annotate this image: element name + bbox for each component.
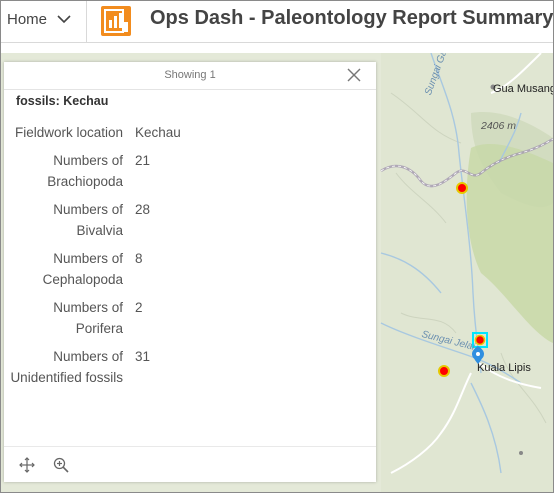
popup-title: fossils: Kechau	[16, 94, 109, 108]
field-name: Numbers of Brachiopoda	[47, 153, 123, 189]
fossil-point-selected[interactable]	[474, 334, 486, 346]
popup-footer	[4, 446, 376, 482]
field-name: Numbers of Cephalopoda	[42, 251, 123, 287]
app-title: Ops Dash - Paleontology Report Summary	[150, 7, 554, 29]
label-gua-musang: Gua Musang	[493, 83, 553, 95]
field-name: Numbers of Unidentified fossils	[10, 349, 123, 385]
field-name: Fieldwork location	[14, 125, 123, 140]
chevron-down-icon	[57, 15, 71, 24]
home-dropdown[interactable]: Home	[7, 11, 71, 28]
field-value: 21	[135, 153, 151, 168]
field-row: Fieldwork location Kechau	[4, 122, 376, 143]
field-value: 31	[135, 349, 151, 364]
header-divider	[86, 1, 87, 43]
popup-showing-count: Showing 1	[164, 69, 216, 81]
label-elevation: 2406 m	[481, 120, 517, 132]
field-row: Numbers of Bivalvia 28	[4, 199, 376, 241]
app-header: Home Ops Dash - Paleontology Report Summ…	[1, 1, 553, 43]
feature-popup: Showing 1 fossils: Kechau Fieldwork loca…	[4, 62, 376, 482]
field-row: Numbers of Cephalopoda 8	[4, 248, 376, 290]
field-row: Numbers of Brachiopoda 21	[4, 150, 376, 192]
zoom-to-icon[interactable]	[53, 457, 69, 473]
fossil-point[interactable]	[456, 182, 468, 194]
label-kuala-lipis: Kuala Lipis	[477, 362, 531, 374]
popup-header: Showing 1	[4, 62, 376, 90]
home-label: Home	[7, 11, 48, 28]
field-value: 28	[135, 202, 151, 217]
pan-icon[interactable]	[19, 457, 35, 473]
field-row: Numbers of Unidentified fossils 31	[4, 346, 376, 388]
field-row: Numbers of Porifera 2	[4, 297, 376, 339]
close-icon[interactable]	[346, 67, 362, 83]
fossil-point[interactable]	[438, 365, 450, 377]
field-value: 8	[135, 251, 143, 266]
popup-fields: Fieldwork location Kechau Numbers of Bra…	[4, 122, 376, 440]
dashboard-logo-icon	[101, 6, 131, 36]
field-value: 2	[135, 300, 143, 315]
field-value: Kechau	[135, 125, 181, 140]
field-name: Numbers of Bivalvia	[53, 202, 123, 238]
field-name: Numbers of Porifera	[53, 300, 123, 336]
dashboard-frame: Home Ops Dash - Paleontology Report Summ…	[0, 0, 554, 493]
